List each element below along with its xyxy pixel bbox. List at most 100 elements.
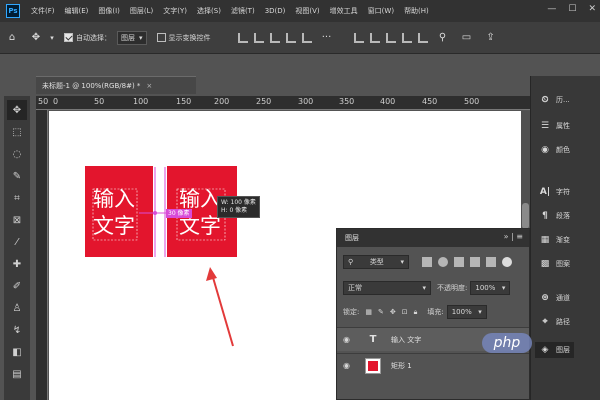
eye-icon[interactable]: ◉	[343, 335, 357, 344]
panel-layers[interactable]: ◈ 图层	[535, 342, 574, 358]
panel-pattern[interactable]: ▩ 图案	[539, 258, 570, 270]
panel-color[interactable]: ◉ 颜色	[539, 144, 570, 156]
panel-layers-label: 图层	[556, 346, 570, 354]
lock-artboard-icon[interactable]: ⊡	[402, 308, 408, 316]
menu-window[interactable]: 窗口(W)	[363, 6, 399, 16]
filter-adjustment-icon[interactable]	[438, 257, 448, 267]
home-icon[interactable]: ⌂	[4, 30, 20, 46]
workspace-icon[interactable]: ▭	[459, 30, 475, 46]
lock-all-icon[interactable]: 🔒︎	[414, 308, 418, 317]
show-transform-label: 显示变换控件	[168, 33, 211, 42]
filter-shape-icon[interactable]	[470, 257, 480, 267]
layers-tab[interactable]: 图层	[337, 233, 367, 243]
gradient-icon: ▦	[540, 235, 550, 245]
close-tab-icon[interactable]: ×	[146, 82, 152, 90]
filter-smart-object-icon[interactable]	[486, 257, 496, 267]
lock-image-icon[interactable]: ✎	[378, 308, 384, 316]
annotation-arrow-head	[206, 267, 217, 281]
filter-pixel-icon[interactable]	[422, 257, 432, 267]
panel-gradient[interactable]: ▦ 渐变	[539, 234, 570, 246]
menu-help[interactable]: 帮助(H)	[399, 6, 434, 16]
eye-icon[interactable]: ◉	[343, 361, 357, 370]
crop-tool-icon[interactable]: ⌗	[7, 188, 27, 208]
align-vcenter-icon[interactable]	[301, 32, 312, 43]
panel-properties[interactable]: ☰ 属性	[539, 120, 570, 132]
menu-filter[interactable]: 滤镜(T)	[226, 6, 260, 16]
show-transform-checkbox[interactable]	[156, 33, 166, 42]
move-tool-icon[interactable]: ✥	[28, 30, 44, 46]
lock-row: 锁定: ▦ ✎ ✥ ⊡ 🔒︎ 填充: 100% ▾	[337, 305, 529, 319]
more-icon[interactable]: ···	[319, 30, 335, 46]
quick-select-tool-icon[interactable]: ✎	[7, 166, 27, 186]
panel-channels[interactable]: ⊛ 通道	[539, 292, 570, 304]
scrollbar-thumb[interactable]	[522, 203, 529, 229]
distribute-bottom-icon[interactable]	[385, 32, 396, 43]
auto-select-label: 自动选择：	[76, 33, 111, 42]
lock-position-icon[interactable]: ✥	[390, 308, 396, 316]
minimize-button[interactable]: —	[547, 4, 556, 14]
left-text-bounding-box	[92, 188, 138, 241]
eraser-tool-icon[interactable]: ◧	[7, 342, 27, 362]
maximize-button[interactable]: ☐	[568, 4, 576, 14]
healing-brush-tool-icon[interactable]: ✚	[7, 254, 27, 274]
move-tool-icon[interactable]: ✥	[7, 100, 27, 120]
auto-select-checkbox[interactable]	[64, 33, 73, 42]
lasso-tool-icon[interactable]: ◌	[7, 144, 27, 164]
menu-layer[interactable]: 图层(L)	[125, 6, 158, 16]
ruler-tick: 350	[339, 97, 355, 106]
close-window-button[interactable]: ✕	[588, 4, 596, 14]
menu-3d[interactable]: 3D(D)	[260, 7, 291, 15]
filter-toggle-icon[interactable]	[502, 257, 512, 267]
align-right-icon[interactable]	[269, 32, 280, 43]
frame-tool-icon[interactable]: ⊠	[7, 210, 27, 230]
tools-panel: ✥ ⬚ ◌ ✎ ⌗ ⊠ ⁄ ✚ ✐ ♙ ↯ ◧ ▤	[4, 96, 30, 400]
distribute-left-icon[interactable]	[401, 32, 412, 43]
align-top-icon[interactable]	[285, 32, 296, 43]
panel-pattern-label: 图案	[556, 260, 570, 268]
lock-transparent-icon[interactable]: ▦	[365, 308, 372, 316]
layer-filter-dropdown[interactable]: ⚲ 类型 ▾	[343, 255, 409, 269]
panel-paragraph[interactable]: ¶ 段落	[539, 210, 570, 222]
blend-mode-dropdown[interactable]: 正常 ▾	[343, 281, 431, 295]
guide-handle	[153, 211, 157, 215]
eyedropper-tool-icon[interactable]: ⁄	[7, 232, 27, 252]
gradient-tool-icon[interactable]: ▤	[7, 364, 27, 384]
menu-file[interactable]: 文件(F)	[26, 6, 60, 16]
filter-type-icon[interactable]	[454, 257, 464, 267]
history-brush-tool-icon[interactable]: ↯	[7, 320, 27, 340]
panel-menu-icon[interactable]: » | ≡	[504, 232, 523, 241]
layer-name[interactable]: 输入 文字	[391, 335, 421, 345]
search-icon[interactable]: ⚲	[435, 30, 451, 46]
align-hcenter-icon[interactable]	[253, 32, 264, 43]
ruler-tick: 50	[38, 97, 49, 106]
fill-input[interactable]: 100% ▾	[446, 305, 487, 319]
auto-select-target-dropdown[interactable]: 图层 ▾	[117, 30, 147, 45]
align-left-icon[interactable]	[237, 32, 248, 43]
panel-history[interactable]: ⏲ 历...	[539, 94, 569, 106]
menu-type[interactable]: 文字(Y)	[158, 6, 192, 16]
document-tab[interactable]: 未标题-1 @ 100%(RGB/8#) * ×	[36, 76, 196, 94]
chevron-down-icon[interactable]: ▾	[44, 30, 60, 46]
menu-image[interactable]: 图像(I)	[93, 6, 125, 16]
layer-name[interactable]: 矩形 1	[391, 361, 412, 371]
clone-stamp-tool-icon[interactable]: ♙	[7, 298, 27, 318]
panel-character[interactable]: A| 字符	[539, 186, 570, 198]
layer-row-shape[interactable]: ◉ 矩形 1	[337, 353, 529, 377]
marquee-tool-icon[interactable]: ⬚	[7, 122, 27, 142]
panel-channels-label: 通道	[556, 294, 570, 302]
distribute-top-icon[interactable]	[353, 32, 364, 43]
menu-view[interactable]: 视图(V)	[290, 6, 324, 16]
spacing-badge: 30 像素	[166, 209, 192, 218]
menu-plugins[interactable]: 增效工具	[325, 6, 363, 16]
brush-tool-icon[interactable]: ✐	[7, 276, 27, 296]
menu-edit[interactable]: 编辑(E)	[60, 6, 94, 16]
menu-bar: Ps 文件(F) 编辑(E) 图像(I) 图层(L) 文字(Y) 选择(S) 滤…	[0, 0, 600, 22]
photoshop-logo: Ps	[6, 4, 20, 18]
panel-paths[interactable]: ⌖ 路径	[539, 316, 570, 328]
share-icon[interactable]: ⇪	[483, 30, 499, 46]
distribute-right-icon[interactable]	[417, 32, 428, 43]
menu-select[interactable]: 选择(S)	[192, 6, 226, 16]
opacity-input[interactable]: 100% ▾	[470, 281, 511, 295]
horizontal-ruler: 50 0 50 100 150 200 250 300 350 400 450 …	[36, 96, 530, 110]
distribute-vcenter-icon[interactable]	[369, 32, 380, 43]
